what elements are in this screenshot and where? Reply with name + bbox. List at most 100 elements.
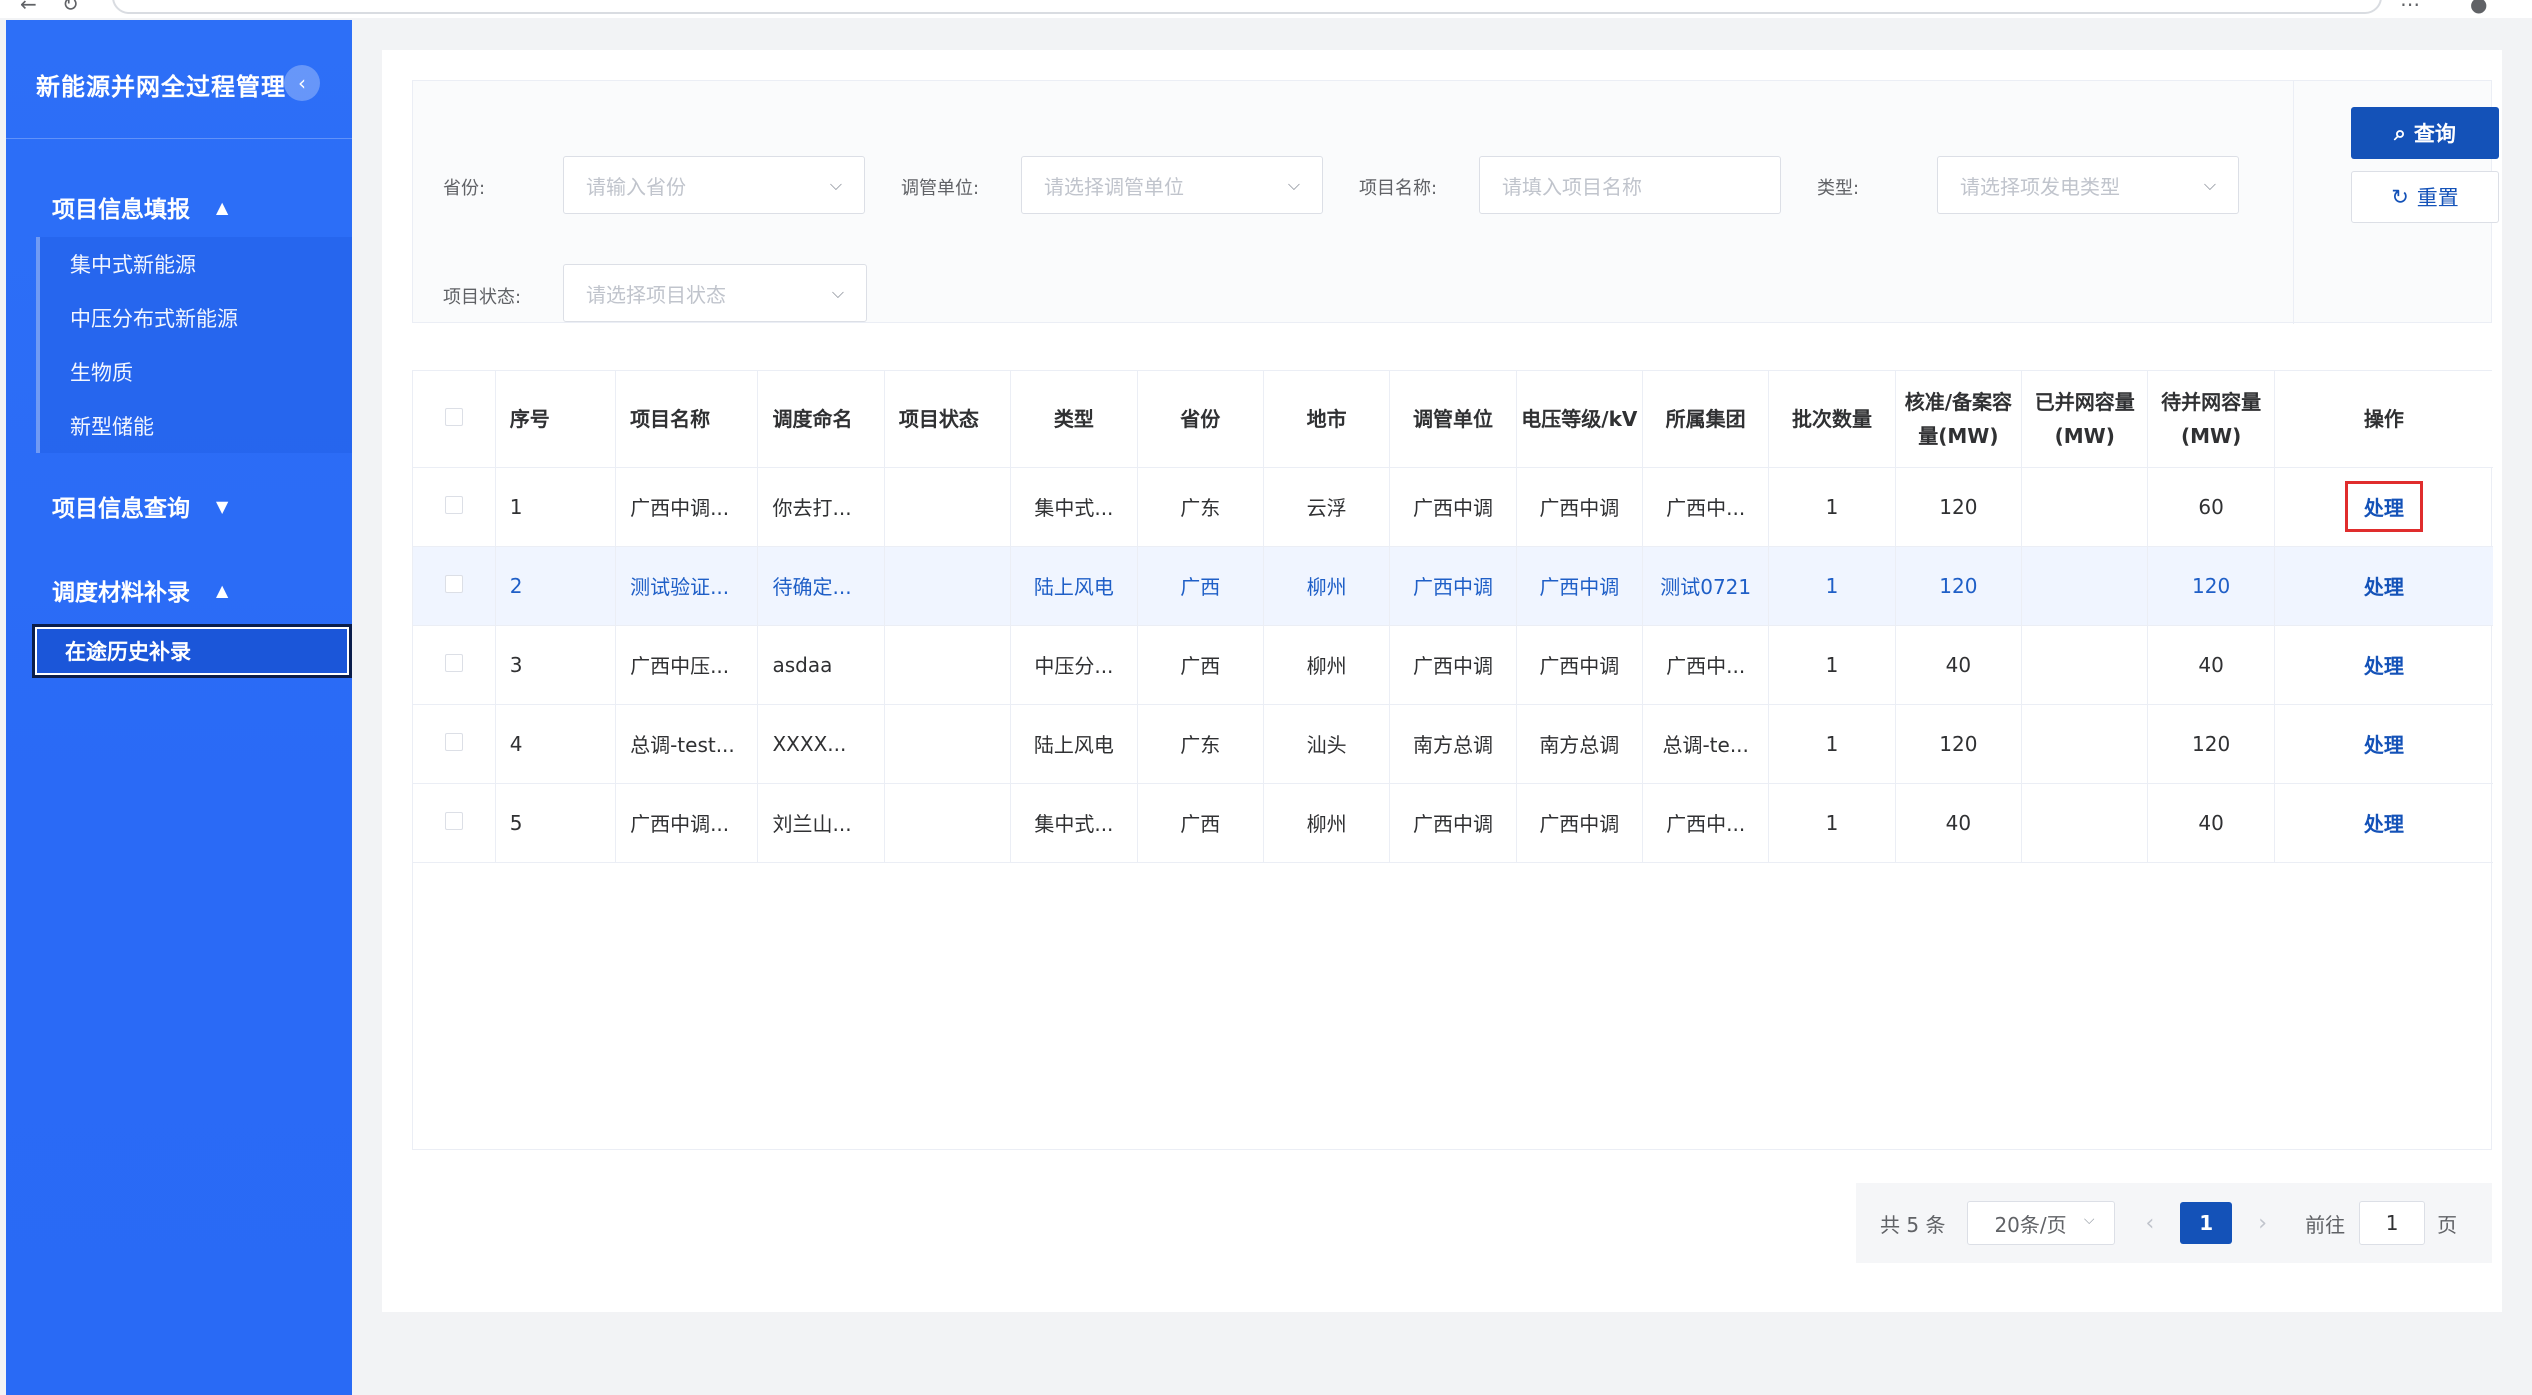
sidebar-item-history-supplement[interactable]: 在途历史补录 — [32, 624, 352, 678]
next-page-button[interactable]: › — [2258, 1211, 2267, 1236]
sidebar-item-centralized[interactable]: 集中式新能源 — [40, 237, 352, 291]
query-button-label: 查询 — [2413, 122, 2456, 146]
cell-approved: 120 — [1895, 704, 2023, 784]
cell-group: 广西中... — [1642, 467, 1770, 547]
cell-action: 处理 — [2274, 783, 2493, 863]
cell-connected — [2021, 704, 2149, 784]
sidebar-item-medium-voltage[interactable]: 中压分布式新能源 — [40, 291, 352, 345]
process-button[interactable]: 处理 — [2364, 575, 2404, 599]
type-placeholder: 请选择项发电类型 — [1960, 174, 2120, 199]
refresh-icon: ↻ — [2391, 185, 2409, 209]
cell-connected — [2021, 783, 2149, 863]
query-button[interactable]: ⌕ 查询 — [2351, 107, 2499, 159]
row-checkbox-cell — [413, 546, 496, 626]
cell-action: 处理 — [2274, 704, 2493, 784]
pagination: 共 5 条 20条/页 ⌵ ‹ 1 › 前往 1 页 — [1856, 1183, 2492, 1263]
page-1-button[interactable]: 1 — [2180, 1202, 2233, 1244]
cell-province: 广东 — [1137, 467, 1264, 547]
main-panel: 省份: 请输入省份 ⌵ 调管单位: 请选择调管单位 ⌵ 项目名称: 请填入项目名… — [382, 50, 2502, 1312]
cell-unit: 广西中调 — [1389, 783, 1517, 863]
select-all-checkbox[interactable] — [444, 407, 463, 426]
status-select[interactable]: 请选择项目状态 ⌵ — [563, 264, 867, 322]
table-row[interactable]: 2 测试验证... 待确定... 陆上风电 广西 柳州 广西中调 广西中调 测试0721 1 120… — [413, 546, 2493, 626]
address-bar[interactable] — [112, 0, 2382, 14]
project-name-input[interactable]: 请填入项目名称 — [1479, 156, 1781, 214]
col-header: 调度命名 — [757, 371, 885, 468]
type-select[interactable]: 请选择项发电类型 ⌵ — [1937, 156, 2239, 214]
dispatch-unit-select[interactable]: 请选择调管单位 ⌵ — [1021, 156, 1323, 214]
row-checkbox[interactable] — [444, 653, 463, 672]
brand-divider — [6, 138, 352, 139]
col-header: 所属集团 — [1642, 371, 1770, 468]
submenu-project-fill: 集中式新能源 中压分布式新能源 生物质 新型储能 — [36, 237, 352, 453]
province-select[interactable]: 请输入省份 ⌵ — [563, 156, 865, 214]
table-row[interactable]: 5 广西中调... 刘兰山... 集中式... 广西 柳州 广西中调 广西中调 广西中... 1 4… — [413, 783, 2493, 863]
cell-voltage: 南方总调 — [1516, 704, 1644, 784]
cell-connected — [2021, 546, 2149, 626]
back-icon[interactable]: ← — [20, 0, 37, 16]
dispatch-unit-placeholder: 请选择调管单位 — [1044, 174, 1184, 199]
profile-icon[interactable]: ● — [2470, 0, 2487, 16]
cell-city: 柳州 — [1263, 783, 1391, 863]
cell-city: 柳州 — [1263, 625, 1391, 705]
col-header: 已并网容量(MW) — [2021, 371, 2149, 468]
page-size-select[interactable]: 20条/页 ⌵ — [1967, 1201, 2116, 1245]
sidebar-item-storage[interactable]: 新型储能 — [40, 399, 352, 453]
chevron-down-icon: ⌵ — [829, 175, 842, 194]
project-name-placeholder: 请填入项目名称 — [1502, 174, 1642, 199]
collapse-sidebar-button[interactable]: ‹ — [284, 65, 320, 101]
sidebar-item-biomass[interactable]: 生物质 — [40, 345, 352, 399]
goto-page-input[interactable]: 1 — [2359, 1201, 2426, 1245]
menu-title-dispatch-supplement[interactable]: 调度材料补录 ▲ — [6, 560, 352, 620]
goto-unit: 页 — [2437, 1212, 2458, 1237]
process-button[interactable]: 处理 — [2364, 733, 2404, 757]
process-button[interactable]: 处理 — [2344, 481, 2423, 532]
cell-status — [884, 704, 1012, 784]
col-header: 序号 — [495, 371, 617, 468]
table-row[interactable]: 1 广西中调... 你去打... 集中式... 广东 云浮 广西中调 广西中调 广西中... 1 1… — [413, 467, 2493, 547]
filter-form: 省份: 请输入省份 ⌵ 调管单位: 请选择调管单位 ⌵ 项目名称: 请填入项目名… — [412, 80, 2499, 324]
status-placeholder: 请选择项目状态 — [586, 282, 726, 307]
row-checkbox[interactable] — [444, 811, 463, 830]
cell-group: 总调-te... — [1642, 704, 1770, 784]
cell-dispatch-name: asdaa — [757, 625, 885, 705]
status-label: 项目状态: — [443, 287, 522, 308]
cell-unit: 南方总调 — [1389, 704, 1517, 784]
menu-title-project-fill[interactable]: 项目信息填报 ▲ — [6, 177, 352, 237]
cell-dispatch-name: 待确定... — [757, 546, 885, 626]
process-button[interactable]: 处理 — [2364, 654, 2404, 678]
cell-group: 广西中... — [1642, 625, 1770, 705]
cell-status — [884, 625, 1012, 705]
cell-connected — [2021, 467, 2149, 547]
chevron-down-icon: ⌵ — [831, 283, 844, 302]
cell-pending: 40 — [2147, 783, 2275, 863]
process-button[interactable]: 处理 — [2364, 812, 2404, 836]
row-checkbox[interactable] — [444, 732, 463, 751]
cell-approved: 120 — [1895, 467, 2023, 547]
sidebar: 新能源并网全过程管理 ‹ 项目信息填报 ▲ 集中式新能源 中压分布式新能源 生物… — [6, 20, 352, 1395]
reload-icon[interactable]: ↻ — [62, 0, 79, 16]
project-name-label: 项目名称: — [1359, 178, 1438, 199]
caret-up-icon: ▲ — [216, 580, 229, 600]
cell-type: 中压分... — [1010, 625, 1138, 705]
row-checkbox[interactable] — [444, 574, 463, 593]
cell-voltage: 广西中调 — [1516, 783, 1644, 863]
cell-name: 广西中调... — [615, 467, 759, 547]
extension-icon[interactable]: ⋯ — [2400, 0, 2420, 16]
cell-pending: 120 — [2147, 704, 2275, 784]
table-row[interactable]: 3 广西中压... asdaa 中压分... 广西 柳州 广西中调 广西中调 广西中... 1 40… — [413, 625, 2493, 705]
goto-label: 前往 — [2305, 1212, 2346, 1237]
col-header: 待并网容量(MW) — [2147, 371, 2275, 468]
row-checkbox[interactable] — [444, 495, 463, 514]
cell-no: 3 — [495, 625, 617, 705]
col-header: 电压等级/kV — [1516, 371, 1644, 468]
prev-page-button[interactable]: ‹ — [2145, 1211, 2154, 1236]
cell-voltage: 广西中调 — [1516, 467, 1644, 547]
col-header: 省份 — [1137, 371, 1264, 468]
reset-button[interactable]: ↻ 重置 — [2351, 171, 2499, 223]
table-row[interactable]: 4 总调-test... XXXX... 陆上风电 广东 汕头 南方总调 南方总调 总调-te.… — [413, 704, 2493, 784]
menu-title-project-query[interactable]: 项目信息查询 ▼ — [6, 476, 352, 536]
chevron-left-icon: ‹ — [298, 71, 306, 95]
col-header: 核准/备案容量(MW) — [1895, 371, 2023, 468]
cell-batch: 1 — [1768, 467, 1896, 547]
